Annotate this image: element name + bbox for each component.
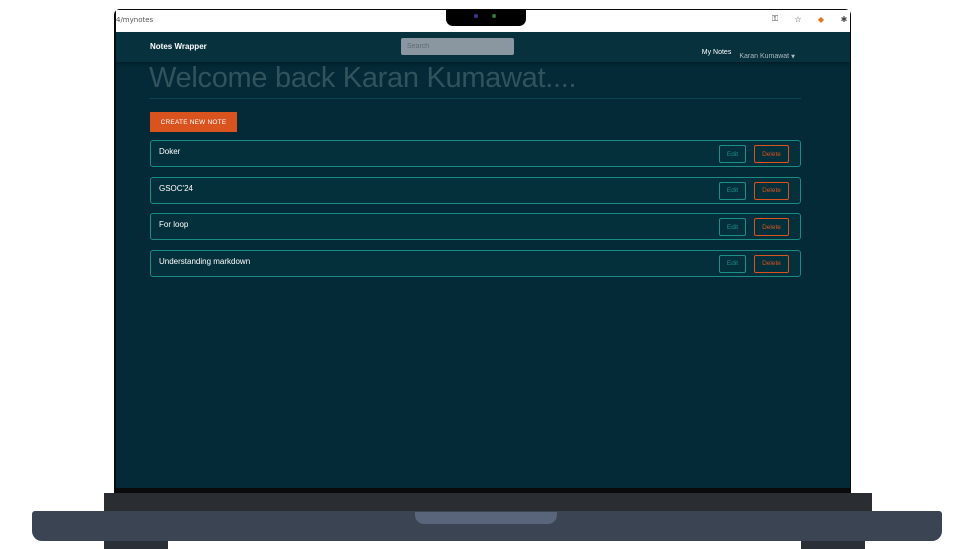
- note-item: GSOC'24 Edit Delete: [150, 176, 801, 204]
- user-dropdown[interactable]: Karan Kumawat ▼: [739, 43, 795, 62]
- star-icon[interactable]: ☆: [792, 15, 804, 24]
- edit-button[interactable]: Edit: [719, 145, 746, 163]
- user-name: Karan Kumawat: [739, 53, 790, 60]
- nav-right: My Notes Karan Kumawat ▼: [702, 43, 795, 62]
- extension-icon[interactable]: ✱: [838, 15, 850, 24]
- delete-button[interactable]: Delete: [754, 181, 789, 200]
- search-input[interactable]: [401, 38, 514, 55]
- camera-icon: [474, 14, 478, 18]
- delete-button[interactable]: Delete: [754, 254, 789, 273]
- camera-led-icon: [492, 14, 496, 18]
- welcome-heading: Welcome back Karan Kumawat....: [149, 62, 801, 99]
- screen: 4/mynotes ⚿ ☆ ◆ ✱ Notes Wrapper My Notes…: [116, 10, 850, 488]
- laptop-hinge: [104, 493, 872, 513]
- note-title[interactable]: Understanding markdown: [159, 257, 250, 266]
- note-item: Understanding markdown Edit Delete: [150, 249, 801, 277]
- edit-button[interactable]: Edit: [719, 254, 746, 273]
- laptop-notch: [446, 9, 526, 26]
- laptop-foot-left: [104, 541, 168, 549]
- navbar: Notes Wrapper My Notes Karan Kumawat▼: [116, 32, 850, 62]
- edit-button[interactable]: Edit: [719, 218, 746, 237]
- caret-down-icon: ▼: [791, 54, 795, 60]
- create-note-button[interactable]: CREATE NEW NOTE: [150, 112, 237, 132]
- key-icon[interactable]: ⚿: [769, 14, 781, 24]
- delete-button[interactable]: Delete: [754, 218, 789, 237]
- metamask-fox-icon[interactable]: ◆: [815, 15, 827, 24]
- delete-button[interactable]: Delete: [754, 145, 789, 163]
- browser-toolbar-icons: ⚿ ☆ ◆ ✱: [769, 14, 850, 24]
- laptop-base-notch: [415, 512, 557, 524]
- note-item: Doker Edit Delete: [150, 140, 801, 167]
- url-text[interactable]: 4/mynotes: [116, 16, 153, 24]
- edit-button[interactable]: Edit: [719, 181, 746, 200]
- brand[interactable]: Notes Wrapper: [150, 42, 207, 51]
- notes-list: Doker Edit Delete GSOC'24 Edit Delete Fo…: [150, 140, 801, 286]
- note-title[interactable]: Doker: [159, 147, 180, 156]
- note-item: For loop Edit Delete: [150, 213, 801, 241]
- note-title[interactable]: For loop: [159, 220, 188, 229]
- laptop-foot-right: [801, 541, 865, 549]
- note-title[interactable]: GSOC'24: [159, 184, 193, 193]
- my-notes-link[interactable]: My Notes: [702, 49, 732, 56]
